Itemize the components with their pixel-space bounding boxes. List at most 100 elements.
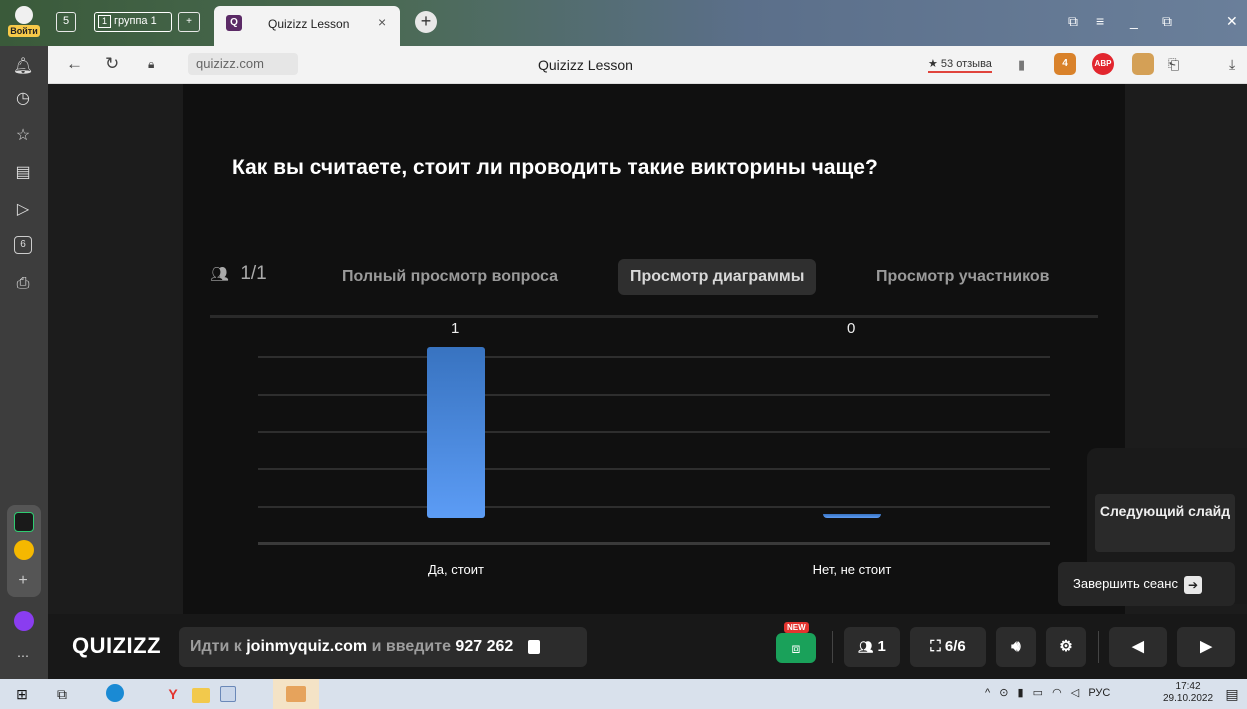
page-title: Quizizz Lesson	[538, 57, 633, 73]
lock-icon: 🔒︎	[148, 57, 155, 71]
present-new-button[interactable]: ⧈	[776, 633, 816, 663]
settings-button[interactable]: ⚙	[1046, 627, 1086, 667]
alice-icon[interactable]	[14, 611, 34, 631]
end-session-button[interactable]: Завершить сеанс ➔	[1058, 562, 1235, 606]
bell-icon[interactable]: 🔔︎	[12, 56, 34, 78]
chart-value-label: 0	[847, 320, 856, 337]
volume-icon[interactable]: ◁	[1071, 687, 1079, 699]
new-tab-button[interactable]: +	[415, 11, 437, 33]
network-icon[interactable]: ▭	[1033, 687, 1043, 699]
presentation-icon: ⛶	[930, 638, 941, 655]
wifi-icon[interactable]: ◠	[1052, 687, 1062, 699]
copy-icon[interactable]	[527, 639, 540, 654]
tabs-divider	[210, 315, 1098, 318]
tab-quizizz-lesson[interactable]: Q Quizizz Lesson ×	[214, 6, 400, 46]
login-button[interactable]: Войти	[6, 4, 42, 44]
tab-chart-view[interactable]: Просмотр диаграммы	[618, 259, 817, 295]
yandex-browser-icon[interactable]: Y	[163, 684, 183, 704]
join-code-banner[interactable]: Идти к joinmyquiz.com и введите 927 262	[179, 627, 587, 667]
divider	[832, 631, 833, 663]
collections-icon[interactable]: ⎗	[1168, 56, 1179, 73]
tabs-collection-icon[interactable]: ⧉	[1068, 13, 1078, 30]
join-mid: и введите	[371, 638, 451, 655]
quizizz-logo: QUIZIZZ	[72, 633, 162, 658]
users-icon: 👥︎	[210, 266, 230, 283]
chart-category-label: Да, стоит	[427, 562, 484, 577]
play-icon[interactable]: ▷	[12, 199, 34, 221]
microphone-icon[interactable]: ▮	[1018, 687, 1024, 699]
clock-time: 17:42	[1175, 681, 1201, 692]
login-label: Войти	[8, 25, 40, 37]
participants-button[interactable]: 👥︎ 1	[844, 627, 900, 667]
users-icon: 👥︎	[858, 640, 874, 654]
chart-gridline	[258, 394, 1050, 396]
browser-tab-strip: Войти 5 1 группа 1 + Q Quizizz Lesson × +…	[0, 0, 1247, 46]
edge-icon[interactable]	[106, 684, 124, 702]
bookmark-icon[interactable]: ▮	[1018, 57, 1025, 73]
join-site: joinmyquiz.com	[246, 638, 368, 655]
reviews-link[interactable]: ★ 53 отзыва	[928, 57, 992, 73]
url-field[interactable]: quizizz.com	[188, 53, 298, 75]
tab-participants-view[interactable]: Просмотр участников	[864, 259, 1062, 295]
tray-app-icon[interactable]: ⊙	[999, 687, 1008, 699]
divider	[1098, 631, 1099, 663]
notes-icon[interactable]: ▤	[12, 162, 34, 184]
language-indicator[interactable]: РУС	[1088, 687, 1110, 699]
speaker-icon: 🔊︎	[1011, 638, 1021, 655]
history-icon[interactable]: ◷	[12, 88, 34, 110]
clock[interactable]: 17:42 29.10.2022	[1163, 681, 1213, 705]
tab-group-1[interactable]: 1 группа 1	[94, 12, 172, 32]
back-icon[interactable]: ←	[66, 54, 83, 74]
add-icon[interactable]: +	[12, 570, 34, 592]
participants-counter: 👥︎ 1/1	[210, 263, 267, 285]
chart-gridline	[258, 506, 1050, 508]
word-icon[interactable]	[220, 686, 236, 702]
notifications-icon[interactable]: ▤	[1222, 684, 1242, 704]
app-icon[interactable]	[14, 512, 34, 532]
close-tab-icon[interactable]: ×	[378, 14, 386, 30]
tab-group-number: 1	[98, 15, 111, 28]
downloads-icon[interactable]: ⤓	[1229, 56, 1235, 73]
user-avatar-icon	[15, 6, 33, 24]
menu-icon[interactable]: ≡	[1096, 13, 1104, 29]
arrow-right-icon: ➔	[1183, 575, 1202, 594]
chevron-right-icon: ▶	[1200, 638, 1212, 655]
restore-icon[interactable]: ⧉	[1162, 13, 1172, 30]
extension-icon[interactable]	[1132, 53, 1154, 75]
screenshot-icon[interactable]: ⎙	[12, 273, 34, 295]
next-slide-button[interactable]: Следующий слайд	[1095, 494, 1235, 552]
chart-bar	[427, 347, 485, 518]
photos-icon[interactable]	[286, 686, 306, 702]
tab-group-5-button[interactable]: 5	[56, 12, 76, 32]
tray-arrow-icon[interactable]: ^	[985, 687, 990, 699]
participants-button-count: 1	[877, 638, 886, 655]
chart-baseline	[258, 542, 1050, 545]
previous-slide-button[interactable]: ◀	[1109, 627, 1167, 667]
slides-button[interactable]: ⛶ 6/6	[910, 627, 986, 667]
file-explorer-icon[interactable]	[192, 688, 210, 703]
minimize-icon[interactable]: _	[1130, 13, 1138, 29]
star-icon[interactable]: ☆	[12, 125, 34, 147]
close-window-icon[interactable]: ✕	[1226, 13, 1238, 30]
more-icon[interactable]: ⋯	[12, 645, 34, 667]
mail-icon[interactable]	[14, 540, 34, 560]
calendar-icon[interactable]: 6	[14, 236, 32, 254]
chart-bar	[823, 514, 881, 518]
next-slide-arrow-button[interactable]: ▶	[1177, 627, 1235, 667]
sound-button[interactable]: 🔊︎	[996, 627, 1036, 667]
reload-icon[interactable]: ↻	[105, 54, 119, 74]
windows-start-icon[interactable]: ⊞	[12, 684, 32, 704]
end-session-label: Завершить сеанс	[1073, 576, 1178, 591]
extension-badge-icon[interactable]: 4	[1054, 53, 1076, 75]
chart-value-label: 1	[451, 320, 460, 337]
tab-full-question-view[interactable]: Полный просмотр вопроса	[330, 259, 570, 295]
adblock-icon[interactable]: ABP	[1092, 53, 1114, 75]
tab-group-label: группа 1	[114, 15, 157, 27]
slides-count: 6/6	[944, 638, 966, 655]
join-prefix: Идти к	[190, 638, 242, 655]
question-text: Как вы считаете, стоит ли проводить таки…	[232, 156, 878, 179]
task-view-icon[interactable]: ⧉	[52, 684, 72, 704]
chart-gridline	[258, 468, 1050, 470]
new-group-icon[interactable]: +	[178, 12, 200, 32]
participants-count: 1/1	[240, 263, 267, 284]
